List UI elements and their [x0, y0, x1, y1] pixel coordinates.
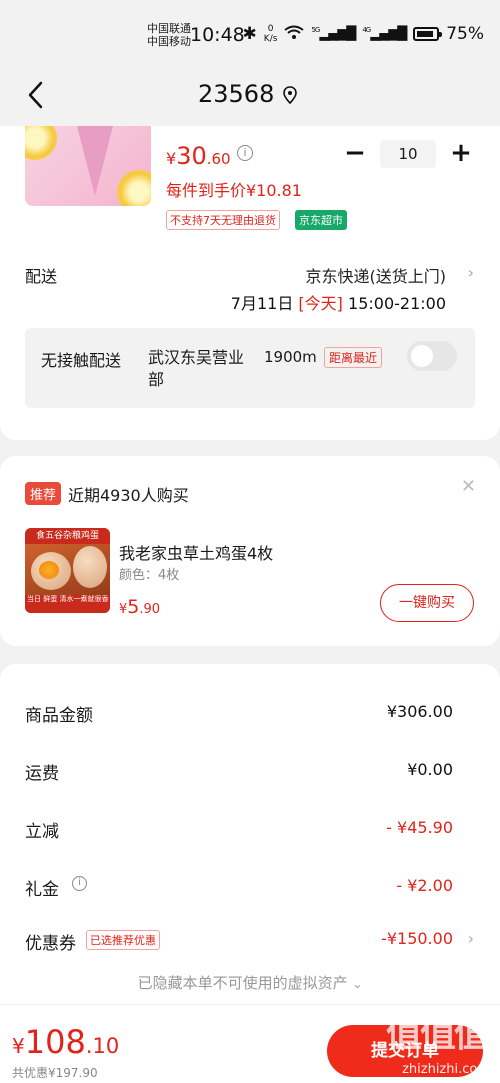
- signal-5g-icon: 5G▂▄▆█: [311, 26, 356, 42]
- increase-button[interactable]: +: [446, 140, 476, 168]
- price-dec: .60: [206, 150, 231, 168]
- net2-label: 4G: [362, 26, 371, 35]
- recommend-badge: 推荐: [25, 482, 62, 505]
- store-tag: 京东超市: [295, 210, 347, 230]
- toggle-knob: [411, 345, 433, 367]
- total-dec: .10: [85, 1034, 120, 1058]
- coupon-label: 优惠券: [25, 934, 76, 954]
- today-label: [今天]: [298, 294, 343, 313]
- carrier-2: 中国移动: [147, 35, 191, 48]
- chevron-down-icon: ⌄: [352, 977, 363, 991]
- total-price: ¥108.10: [12, 1023, 119, 1061]
- shipping-date: 7月11日: [230, 294, 299, 313]
- rec-price-int: 5: [127, 596, 140, 618]
- chevron-left-icon: [28, 81, 43, 109]
- per-item-price: 每件到手价¥10.81: [166, 181, 302, 200]
- image-banner-top: 食五谷杂粮鸡蛋: [25, 528, 110, 544]
- order-item-card: ¥30.60 i − 10 + 每件到手价¥10.81 不支持7天无理由退货 京…: [0, 126, 500, 440]
- carrier-names: 中国联通 中国移动: [147, 22, 191, 48]
- quantity-stepper: − 10 +: [340, 140, 476, 168]
- lemon-decor: [25, 126, 57, 160]
- rec-price-dec: .90: [139, 602, 161, 617]
- contactless-toggle[interactable]: [407, 341, 457, 371]
- price-symbol: ¥: [166, 149, 177, 168]
- contactless-label: 无接触配送: [41, 351, 122, 370]
- product-image[interactable]: [25, 126, 151, 206]
- coupon-value[interactable]: -¥150.00: [381, 929, 453, 948]
- info-icon[interactable]: i: [237, 145, 253, 161]
- discount-label: 立减: [25, 822, 59, 842]
- discount-value: - ¥45.90: [386, 818, 453, 837]
- bluetooth-icon: ✱: [242, 24, 257, 44]
- lemon-decor: [117, 170, 151, 206]
- total-saving: 共优惠¥197.90: [12, 1066, 98, 1080]
- pickup-distance: 1900m: [264, 348, 317, 366]
- speed-value: 0: [267, 24, 274, 34]
- info-icon[interactable]: i: [72, 876, 87, 891]
- egg-decor: [73, 546, 107, 588]
- yolk-decor: [39, 561, 59, 579]
- total-int: 108: [24, 1023, 86, 1061]
- close-icon[interactable]: ✕: [461, 476, 476, 497]
- recommend-price: ¥5.90: [119, 596, 160, 618]
- pickup-place: 武汉东吴营业部: [148, 348, 245, 389]
- location-icon[interactable]: [283, 86, 297, 105]
- chevron-right-icon[interactable]: ›: [468, 929, 474, 948]
- watermark-logo: 值值值: [385, 1014, 490, 1055]
- checkout-bar: ¥108.10 共优惠¥197.90 提交订单 值值值 zhizhizhi.co…: [0, 1004, 500, 1083]
- nav-bar: 23568: [0, 64, 500, 126]
- total-symbol: ¥: [12, 1034, 25, 1058]
- contactless-delivery: 无接触配送 武汉东吴营业部 1900m 距离最近: [25, 328, 475, 408]
- price-summary-card: 商品金额 ¥306.00 运费 ¥0.00 立减 - ¥45.90 礼金 i -…: [0, 664, 500, 1004]
- status-bar: 中国联通 中国移动 10:48 ✱ 0 K/s 5G▂▄▆█ 4G▂▄▆█ 75…: [0, 0, 500, 64]
- nearest-badge: 距离最近: [324, 347, 383, 368]
- image-banner-bottom: 当日 鲜蛋 清水一煮就很香: [25, 595, 110, 613]
- gift-money-label: 礼金: [25, 880, 59, 900]
- recommend-image[interactable]: 食五谷杂粮鸡蛋 当日 鲜蛋 清水一煮就很香: [25, 528, 110, 613]
- freight-label: 运费: [25, 764, 59, 784]
- freight-value: ¥0.00: [407, 760, 453, 779]
- speed-unit: K/s: [263, 34, 278, 44]
- back-button[interactable]: [22, 80, 52, 110]
- recommend-card: 推荐 近期4930人购买 ✕ 食五谷杂粮鸡蛋 当日 鲜蛋 清水一煮就很香 我老家…: [0, 456, 500, 646]
- shipping-time[interactable]: 7月11日 [今天] 15:00-21:00: [231, 290, 446, 314]
- price-int: 30: [176, 142, 207, 170]
- quick-buy-button[interactable]: 一键购买: [380, 584, 474, 622]
- hidden-assets-text: 已隐藏本单不可使用的虚拟资产: [137, 974, 348, 992]
- status-icons: ✱ 0 K/s 5G▂▄▆█ 4G▂▄▆█ 75%: [243, 24, 484, 44]
- battery-icon: [413, 27, 443, 41]
- watermark-url: zhizhizhi.com: [402, 1062, 490, 1077]
- status-time: 10:48: [190, 24, 245, 46]
- subtotal-value: ¥306.00: [386, 702, 453, 721]
- coupon-tag: 已选推荐优惠: [86, 930, 160, 950]
- product-price: ¥30.60: [166, 142, 231, 170]
- shipping-method[interactable]: 京东快递(送货上门): [306, 263, 447, 287]
- battery-percent: 75%: [446, 24, 484, 44]
- carrier-1: 中国联通: [147, 22, 191, 35]
- net1-label: 5G: [311, 26, 320, 35]
- no-return-tag: 不支持7天无理由退货: [166, 210, 280, 230]
- recommend-name[interactable]: 我老家虫草土鸡蛋4枚: [119, 540, 273, 564]
- signal-4g-icon: 4G▂▄▆█: [362, 26, 407, 42]
- page-title: 23568: [198, 80, 275, 108]
- decrease-button[interactable]: −: [340, 140, 370, 168]
- shipping-label: 配送: [25, 267, 58, 286]
- recommend-title: 近期4930人购买: [68, 486, 189, 505]
- wifi-icon: [284, 24, 305, 44]
- chevron-right-icon[interactable]: ›: [468, 263, 474, 282]
- network-speed: 0 K/s: [264, 24, 278, 44]
- time-range: 15:00-21:00: [342, 294, 446, 313]
- hidden-assets-toggle[interactable]: 已隐藏本单不可使用的虚拟资产 ⌄: [0, 972, 500, 993]
- quantity-input[interactable]: 10: [380, 140, 436, 168]
- gift-money-value: - ¥2.00: [396, 876, 453, 895]
- recommend-spec: 颜色：4枚: [119, 568, 180, 583]
- subtotal-label: 商品金额: [25, 706, 93, 726]
- bouquet-decor: [77, 126, 113, 196]
